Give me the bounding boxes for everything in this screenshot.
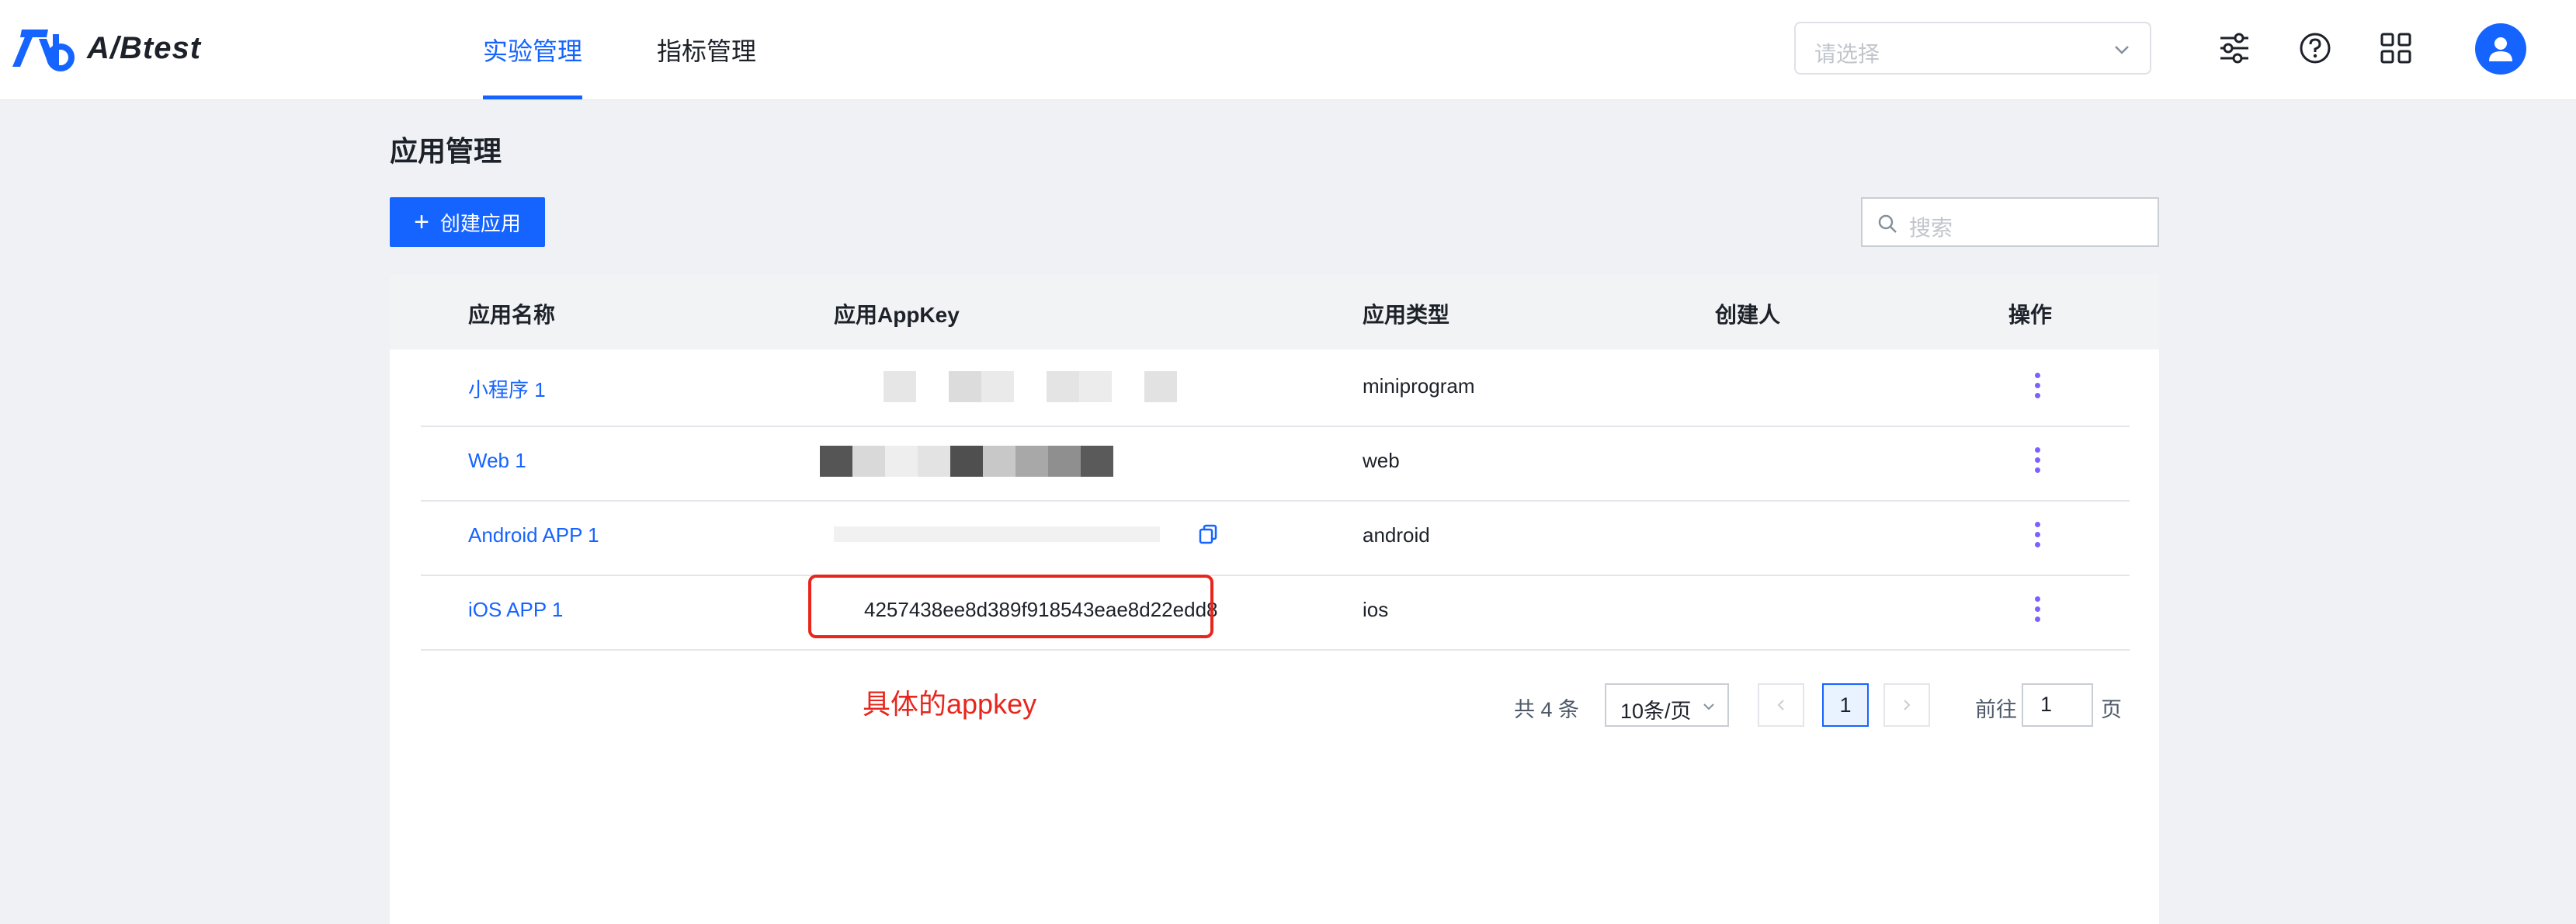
more-actions-icon[interactable]: [2029, 517, 2045, 558]
column-header: 创建人: [1715, 303, 1781, 327]
table-row: Web 1 web: [421, 426, 2130, 502]
help-icon[interactable]: [2295, 28, 2335, 68]
more-actions-icon[interactable]: [2029, 368, 2045, 408]
tab-experiment-management[interactable]: 实验管理: [483, 0, 583, 99]
page-size-value: 10条/页: [1620, 700, 1692, 723]
brand-name: A/Btest: [87, 30, 202, 65]
chevron-right-icon: [1904, 700, 1911, 710]
user-icon: [2489, 37, 2512, 61]
create-app-button[interactable]: + 创建应用: [390, 197, 545, 247]
app-table-panel: 应用名称 应用AppKey 应用类型 创建人 操作 小程序 1 miniprog…: [390, 275, 2159, 924]
page-suffix: 页: [2101, 698, 2122, 721]
app-type: android: [1363, 523, 1430, 547]
column-header: 应用AppKey: [834, 303, 960, 327]
appkey-annotation: 具体的appkey: [863, 688, 1037, 720]
page-number-button[interactable]: 1: [1822, 683, 1869, 727]
table-row: iOS APP 1 4257438ee8d389f918543eae8d22ed…: [421, 575, 2130, 651]
app-name-link[interactable]: 小程序 1: [468, 374, 546, 403]
search-placeholder: 搜索: [1909, 216, 1953, 240]
app-select[interactable]: 请选择: [1794, 22, 2151, 75]
main-nav: 实验管理 指标管理: [483, 0, 831, 99]
chevron-down-icon: [1703, 703, 1714, 710]
top-bar: A/Btest 实验管理 指标管理 请选择: [0, 0, 2576, 100]
page-title: 应用管理: [390, 135, 502, 167]
tab-metric-management[interactable]: 指标管理: [657, 0, 756, 99]
goto-page-input[interactable]: 1: [2022, 683, 2093, 727]
pagination-total: 共 4 条: [1514, 698, 1580, 721]
goto-label: 前往: [1975, 698, 2017, 721]
user-avatar[interactable]: [2475, 23, 2526, 75]
next-page-button[interactable]: [1883, 683, 1930, 727]
app-select-placeholder: 请选择: [1814, 42, 1880, 66]
create-app-label: 创建应用: [439, 211, 521, 235]
chevron-down-icon: [2115, 46, 2129, 54]
table-row: Android APP 1 android: [421, 500, 2130, 576]
appkey-highlight-box: [808, 575, 1213, 638]
logo-icon: [12, 30, 75, 71]
more-actions-icon[interactable]: [2029, 443, 2045, 483]
plus-icon: +: [414, 207, 429, 237]
redacted-appkey: [884, 371, 1177, 402]
app-type: ios: [1363, 598, 1389, 621]
column-header: 应用名称: [468, 303, 556, 327]
search-input[interactable]: 搜索: [1861, 197, 2159, 247]
app-type: miniprogram: [1363, 374, 1475, 398]
app-type: web: [1363, 449, 1400, 472]
column-header: 应用类型: [1363, 303, 1450, 327]
table-row: 小程序 1 miniprogram: [421, 351, 2130, 427]
column-header: 操作: [2008, 303, 2053, 327]
search-icon: [1878, 214, 1897, 233]
app-name-link[interactable]: Web 1: [468, 449, 526, 473]
table-header: 应用名称 应用AppKey 应用类型 创建人 操作: [390, 275, 2159, 349]
page-size-select[interactable]: 10条/页: [1605, 683, 1729, 727]
redacted-appkey: [820, 446, 1113, 477]
logo[interactable]: A/Btest: [11, 23, 201, 73]
prev-page-button[interactable]: [1758, 683, 1804, 727]
chevron-left-icon: [1777, 700, 1784, 710]
redacted-appkey: [834, 526, 1160, 542]
app-name-link[interactable]: iOS APP 1: [468, 598, 563, 622]
apps-grid-icon[interactable]: [2376, 28, 2416, 68]
copy-icon[interactable]: [1197, 523, 1219, 545]
settings-sliders-icon[interactable]: [2214, 28, 2255, 68]
app-name-link[interactable]: Android APP 1: [468, 523, 599, 547]
more-actions-icon[interactable]: [2029, 592, 2045, 632]
